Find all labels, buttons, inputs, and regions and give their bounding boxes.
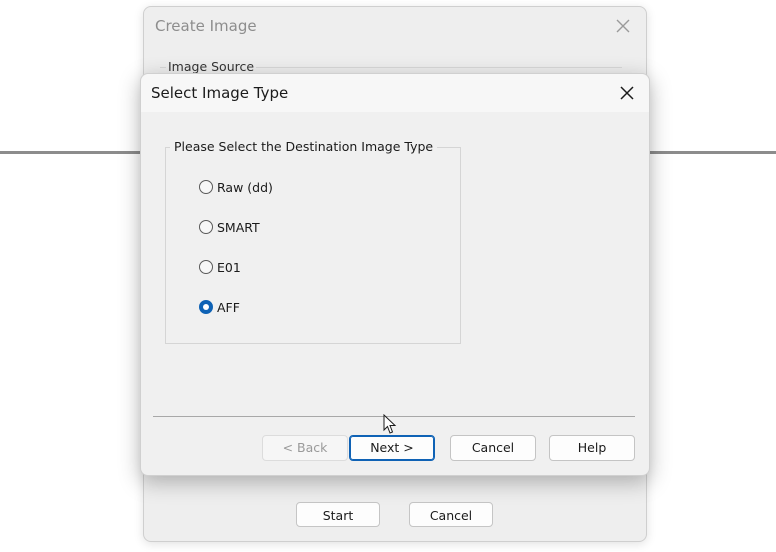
background-divider-right: [645, 151, 776, 154]
radio-label: SMART: [217, 219, 260, 235]
help-button[interactable]: Help: [549, 435, 635, 461]
radio-option-raw-dd[interactable]: Raw (dd): [199, 177, 273, 197]
close-icon[interactable]: [615, 82, 639, 104]
image-source-label: Image Source: [166, 59, 257, 74]
start-button[interactable]: Start: [296, 502, 380, 527]
radio-label: Raw (dd): [217, 179, 273, 195]
dialog-titlebar[interactable]: Select Image Type: [141, 74, 649, 112]
cancel-button[interactable]: Cancel: [450, 435, 536, 461]
radio-option-aff[interactable]: AFF: [199, 297, 240, 317]
radio-label: E01: [217, 259, 241, 275]
mouse-pointer-icon: [383, 413, 397, 436]
dialog-title: Select Image Type: [151, 84, 289, 102]
next-button[interactable]: Next >: [349, 435, 435, 461]
create-image-title: Create Image: [155, 17, 257, 35]
background-cancel-button[interactable]: Cancel: [409, 502, 493, 527]
radio-button-selected[interactable]: [199, 300, 213, 314]
image-type-group-label: Please Select the Destination Image Type: [170, 139, 438, 154]
radio-option-e01[interactable]: E01: [199, 257, 241, 277]
radio-label: AFF: [217, 299, 240, 315]
radio-button[interactable]: [199, 220, 213, 234]
radio-option-smart[interactable]: SMART: [199, 217, 260, 237]
close-icon[interactable]: [612, 15, 634, 37]
back-button[interactable]: < Back: [262, 435, 348, 461]
radio-button[interactable]: [199, 260, 213, 274]
background-divider-left: [0, 151, 146, 154]
radio-button[interactable]: [199, 180, 213, 194]
